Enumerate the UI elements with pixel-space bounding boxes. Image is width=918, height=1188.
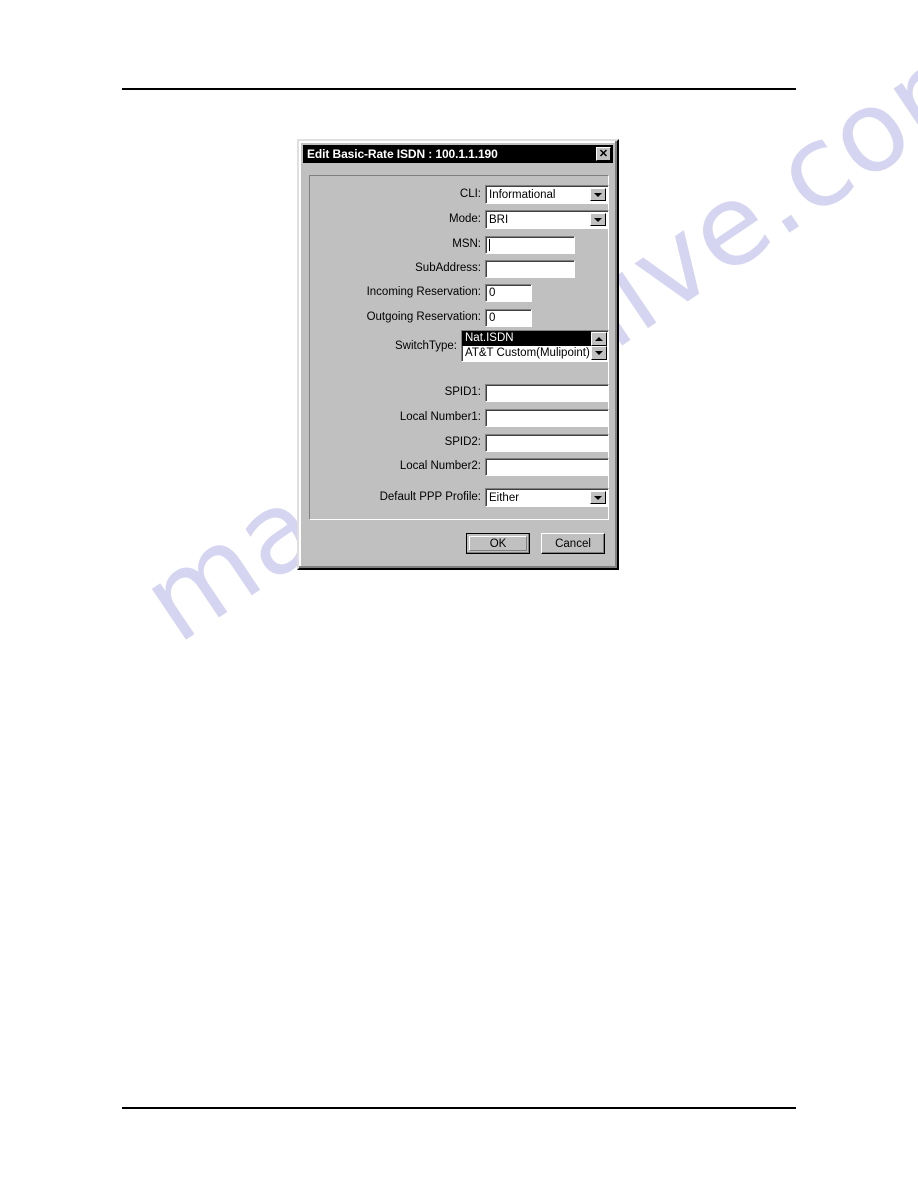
local-number1-input[interactable] xyxy=(485,408,609,427)
mode-value: BRI xyxy=(489,213,509,226)
cancel-button[interactable]: Cancel xyxy=(541,533,605,554)
subaddress-label: SubAddress: xyxy=(415,261,481,274)
dialog-titlebar: Edit Basic-Rate ISDN : 100.1.1.190 ✕ xyxy=(303,145,613,163)
row-subaddress: SubAddress: xyxy=(309,259,609,278)
close-icon[interactable]: ✕ xyxy=(596,147,611,161)
mode-label: Mode: xyxy=(449,212,481,225)
chevron-down-icon[interactable] xyxy=(590,213,606,226)
mode-combobox[interactable]: BRI xyxy=(485,210,609,229)
row-mode: Mode: BRI xyxy=(309,210,609,229)
page-header-rule xyxy=(122,88,796,90)
cli-value: Informational xyxy=(489,188,556,201)
switchtype-scrollbar[interactable] xyxy=(591,332,607,360)
row-default-ppp-profile: Default PPP Profile: Either xyxy=(309,488,609,507)
msn-label: MSN: xyxy=(452,237,481,250)
dialog-title: Edit Basic-Rate ISDN : 100.1.1.190 xyxy=(307,147,498,161)
ok-button-label: OK xyxy=(489,537,507,550)
scroll-up-icon[interactable] xyxy=(591,332,607,346)
row-outgoing-reservation: Outgoing Reservation: 0 xyxy=(309,308,609,327)
local-number2-input[interactable] xyxy=(485,457,609,476)
ok-button[interactable]: OK xyxy=(466,533,530,554)
spid2-input[interactable] xyxy=(485,433,609,452)
cancel-button-label: Cancel xyxy=(555,537,591,550)
local-number2-label: Local Number2: xyxy=(399,459,481,472)
list-item[interactable]: AT&T Custom(Mulipoint) xyxy=(462,346,591,361)
subaddress-input[interactable] xyxy=(485,259,575,278)
row-msn: MSN: xyxy=(309,235,609,254)
incoming-reservation-label: Incoming Reservation: xyxy=(366,285,481,298)
incoming-reservation-input[interactable]: 0 xyxy=(485,283,532,302)
edit-basic-rate-isdn-dialog: Edit Basic-Rate ISDN : 100.1.1.190 ✕ CLI… xyxy=(297,139,619,570)
chevron-down-icon[interactable] xyxy=(590,491,606,504)
local-number1-label: Local Number1: xyxy=(399,410,481,423)
switchtype-listbox[interactable]: Nat.ISDN AT&T Custom(Mulipoint) xyxy=(461,330,609,362)
cli-label: CLI: xyxy=(459,187,481,200)
row-local-number2: Local Number2: xyxy=(309,457,609,476)
outgoing-reservation-input[interactable]: 0 xyxy=(485,308,532,327)
list-item[interactable]: Nat.ISDN xyxy=(462,331,591,346)
spid1-label: SPID1: xyxy=(444,385,481,398)
outgoing-reservation-label: Outgoing Reservation: xyxy=(366,310,481,323)
default-ppp-profile-combobox[interactable]: Either xyxy=(485,488,609,507)
row-spid1: SPID1: xyxy=(309,383,609,402)
row-cli: CLI: Informational xyxy=(309,185,609,204)
msn-input[interactable] xyxy=(485,235,575,254)
default-ppp-profile-label: Default PPP Profile: xyxy=(379,490,481,503)
text-caret xyxy=(489,238,490,251)
cli-combobox[interactable]: Informational xyxy=(485,185,609,204)
page-footer-rule xyxy=(122,1107,796,1109)
chevron-down-icon[interactable] xyxy=(590,188,606,201)
row-local-number1: Local Number1: xyxy=(309,408,609,427)
default-ppp-profile-value: Either xyxy=(489,491,520,504)
row-switchtype: SwitchType: Nat.ISDN AT&T Custom(Mulipoi… xyxy=(309,330,609,364)
row-incoming-reservation: Incoming Reservation: 0 xyxy=(309,283,609,302)
spid1-input[interactable] xyxy=(485,383,609,402)
switchtype-label: SwitchType: xyxy=(395,340,457,352)
spid2-label: SPID2: xyxy=(444,435,481,448)
scroll-down-icon[interactable] xyxy=(591,346,607,360)
row-spid2: SPID2: xyxy=(309,433,609,452)
